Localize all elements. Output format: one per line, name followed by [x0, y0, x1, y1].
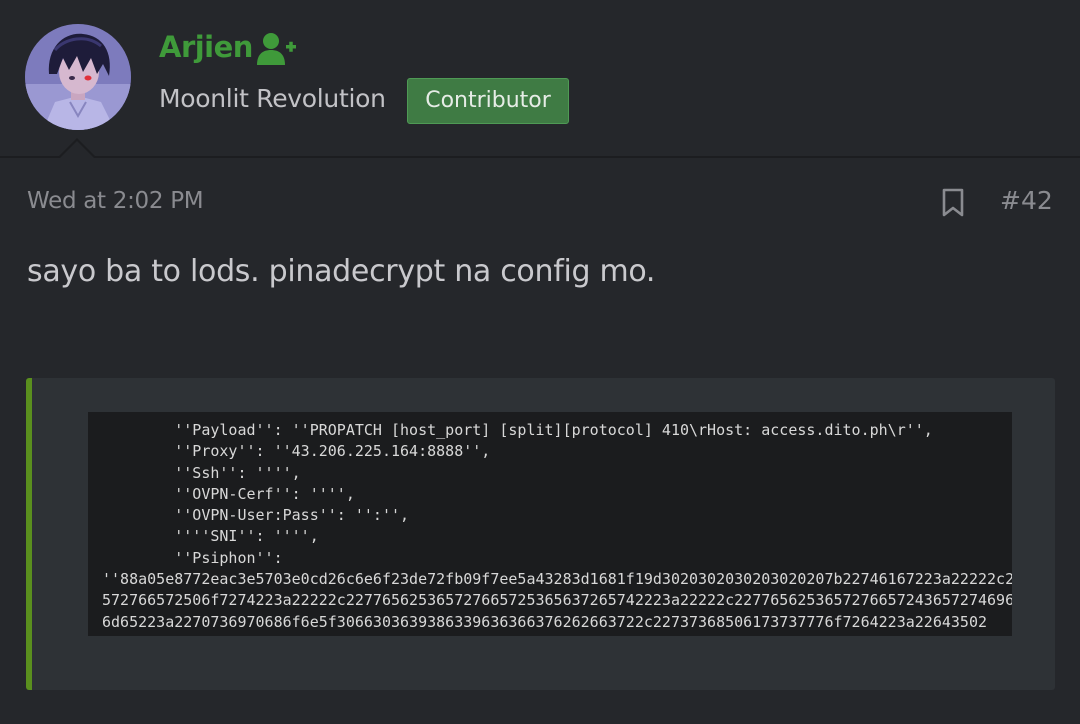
post-number-link[interactable]: #42 [1000, 186, 1053, 215]
code-line: 6d65223a2270736970686f6e5f30663036393863… [102, 612, 988, 631]
code-line: ''88a05e8772eac3e5703e0cd26c6e6f23de72fb… [102, 570, 1012, 589]
code-block[interactable]: ''Payload'': ''PROPATCH [host_port] [spl… [88, 412, 1012, 636]
code-line: ''Psiphon'': [102, 548, 283, 567]
quote-block: ''Payload'': ''PROPATCH [host_port] [spl… [26, 378, 1055, 690]
code-line: ''OVPN-Cerf'': '''', [102, 484, 355, 503]
avatar[interactable] [25, 24, 131, 130]
author-user-title: Moonlit Revolution [159, 84, 386, 113]
code-line: ''Ssh'': '''', [102, 463, 301, 482]
bookmark-icon[interactable] [940, 188, 966, 218]
code-line: ''OVPN-User:Pass'': '':'', [102, 506, 410, 525]
user-plus-icon[interactable] [257, 32, 297, 66]
code-line: ''Payload'': ''PROPATCH [host_port] [spl… [102, 421, 933, 439]
avatar-image [25, 24, 131, 130]
post-message: sayo ba to lods. pinadecrypt na config m… [27, 254, 656, 289]
post-author-header: Arjien Moonlit Revolution Contributor [0, 0, 1080, 158]
contributor-badge: Contributor [407, 78, 569, 124]
code-line: ''Proxy'': ''43.206.225.164:8888'', [102, 442, 491, 461]
header-pointer-fill [60, 141, 94, 158]
author-name[interactable]: Arjien [159, 30, 253, 64]
code-line: 572766572506f7274223a22222c2277656253657… [102, 591, 1012, 610]
code-line: ''''SNI'': '''', [102, 527, 319, 546]
post-date[interactable]: Wed at 2:02 PM [27, 188, 204, 214]
